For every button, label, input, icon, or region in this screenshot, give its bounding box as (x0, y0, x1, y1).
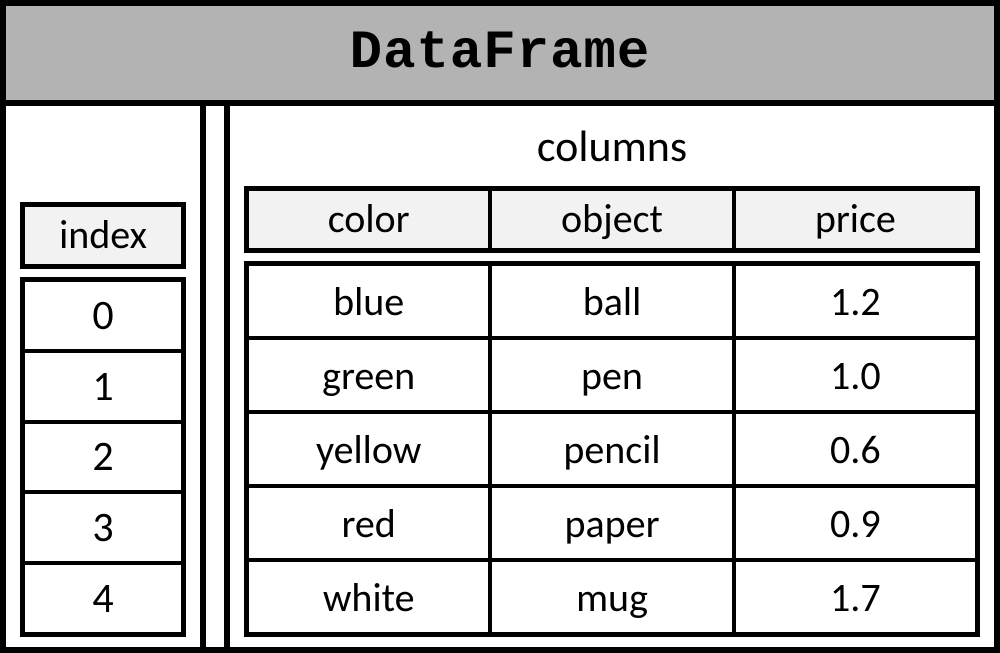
columns-label: columns (537, 119, 687, 173)
cell-price: 1.7 (736, 562, 975, 632)
cell-color: yellow (249, 414, 492, 484)
dataframe-diagram: DataFrame index 0 1 2 3 4 columns color … (0, 0, 1000, 653)
columns-label-area: columns (244, 106, 980, 186)
cell-object: pencil (492, 414, 735, 484)
columns-pane: columns color object price blue ball 1.2… (224, 106, 994, 647)
index-header: index (20, 202, 186, 269)
cell-object: ball (492, 266, 735, 336)
cell-color: white (249, 562, 492, 632)
cell-price: 1.0 (736, 340, 975, 410)
index-spacer (20, 106, 186, 202)
cell-price: 0.6 (736, 414, 975, 484)
index-list: 0 1 2 3 4 (20, 277, 186, 637)
body-area: index 0 1 2 3 4 columns color object pri… (6, 106, 994, 647)
index-cell: 2 (25, 424, 181, 495)
index-cell: 3 (25, 494, 181, 565)
column-headers: color object price (244, 186, 980, 253)
cell-color: blue (249, 266, 492, 336)
title-text: DataFrame (350, 23, 651, 84)
table-row: blue ball 1.2 (249, 266, 975, 340)
cell-price: 1.2 (736, 266, 975, 336)
index-cell: 4 (25, 565, 181, 632)
column-header: color (249, 191, 492, 248)
index-pane: index 0 1 2 3 4 (6, 106, 206, 647)
column-header: object (492, 191, 735, 248)
cell-object: paper (492, 488, 735, 558)
index-cell: 0 (25, 282, 181, 353)
column-header: price (736, 191, 975, 248)
cell-object: mug (492, 562, 735, 632)
table-row: green pen 1.0 (249, 340, 975, 414)
index-label: index (59, 210, 147, 259)
table-row: yellow pencil 0.6 (249, 414, 975, 488)
table-row: white mug 1.7 (249, 562, 975, 632)
title-bar: DataFrame (6, 6, 994, 106)
cell-price: 0.9 (736, 488, 975, 558)
table-row: red paper 0.9 (249, 488, 975, 562)
cell-color: red (249, 488, 492, 558)
cell-color: green (249, 340, 492, 410)
cell-object: pen (492, 340, 735, 410)
index-cell: 1 (25, 353, 181, 424)
data-grid: blue ball 1.2 green pen 1.0 yellow penci… (244, 261, 980, 637)
